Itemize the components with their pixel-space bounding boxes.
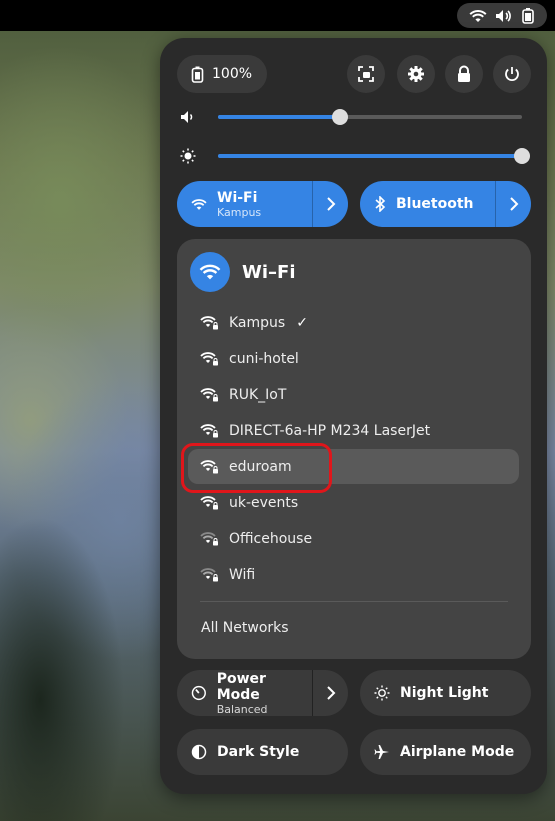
wifi-network-item[interactable]: cuni-hotel (188, 341, 519, 376)
volume-slider-row (177, 105, 530, 129)
battery-button[interactable]: 100% (177, 55, 267, 93)
power-mode-arrow-button[interactable] (312, 670, 348, 716)
wifi-network-name: Wifi (229, 566, 256, 583)
wifi-menu-header: Wi–Fi (190, 252, 296, 292)
lock-button[interactable] (445, 55, 483, 93)
volume-icon (496, 9, 511, 22)
volume-slider-fill (218, 115, 340, 119)
screenshot-button[interactable] (347, 55, 385, 93)
night-light-toggle-main[interactable]: Night Light (360, 670, 531, 716)
brightness-icon (177, 145, 199, 167)
wifi-toggle-title: Wi-Fi (217, 189, 258, 206)
chevron-right-icon (326, 686, 335, 700)
system-status-area[interactable] (457, 3, 547, 28)
battery-percentage: 100% (212, 66, 253, 82)
wifi-network-name: uk-events (229, 494, 299, 511)
brightness-slider-handle[interactable] (514, 148, 530, 164)
wifi-network-name: Officehouse (229, 530, 313, 547)
wifi-secure-icon (200, 351, 220, 367)
wifi-network-item[interactable]: Wifi (188, 557, 519, 592)
wifi-network-item[interactable]: Officehouse (188, 521, 519, 556)
volume-slider[interactable] (218, 109, 522, 125)
dark-style-icon (191, 744, 207, 760)
wifi-secure-icon (200, 495, 220, 511)
wifi-network-name: RUK_IoT (229, 386, 287, 403)
wifi-toggle-main[interactable]: Wi-Fi Kampus (177, 181, 312, 227)
night-light-icon (374, 685, 390, 701)
settings-button[interactable] (397, 55, 435, 93)
brightness-slider-fill (218, 154, 522, 158)
brightness-slider[interactable] (218, 148, 530, 164)
chevron-right-icon (326, 197, 335, 211)
annotation-highlight-box (181, 443, 332, 493)
power-mode-toggle-main[interactable]: Power Mode Balanced (177, 670, 312, 716)
night-light-toggle[interactable]: Night Light (360, 670, 531, 716)
wifi-menu-icon-bubble (190, 252, 230, 292)
wifi-toggle-subtitle: Kampus (217, 205, 262, 219)
wifi-network-item[interactable]: RUK_IoT (188, 377, 519, 412)
wifi-icon (199, 264, 221, 280)
battery-icon (522, 7, 534, 24)
bluetooth-toggle[interactable]: Bluetooth (360, 181, 531, 227)
wifi-menu-arrow-button[interactable] (312, 181, 348, 227)
airplane-icon (374, 745, 389, 759)
power-mode-icon (191, 685, 206, 701)
wifi-secure-icon (200, 567, 220, 583)
volume-icon (177, 106, 199, 128)
airplane-mode-toggle[interactable]: Airplane Mode (360, 729, 531, 775)
wifi-secure-icon (200, 423, 220, 439)
power-mode-toggle-subtitle: Balanced (216, 702, 268, 716)
dark-style-toggle-title: Dark Style (217, 744, 300, 760)
wifi-network-name: DIRECT-6a-HP M234 LaserJet (229, 422, 431, 439)
power-mode-toggle-title: Power Mode (216, 670, 266, 703)
wifi-network-name: cuni-hotel (229, 350, 299, 367)
wifi-toggle[interactable]: Wi-Fi Kampus (177, 181, 348, 227)
bluetooth-icon (375, 196, 386, 212)
checkmark-icon: ✓ (296, 314, 308, 331)
wifi-secure-icon (200, 531, 220, 547)
quick-settings-panel: 100% Wi-Fi Kampus Bluetooth Wi–Fi Kampus… (160, 38, 547, 794)
settings-icon (408, 66, 424, 82)
lock-icon (458, 65, 470, 82)
wifi-secure-icon (200, 387, 220, 403)
wifi-secure-icon (200, 315, 220, 331)
dark-style-toggle-main[interactable]: Dark Style (177, 729, 348, 775)
chevron-right-icon (509, 197, 518, 211)
wifi-menu-title: Wi–Fi (242, 261, 296, 283)
power-button[interactable] (493, 55, 531, 93)
brightness-slider-row (177, 144, 530, 168)
wifi-network-item[interactable]: Kampus ✓ (188, 305, 519, 340)
all-networks-link[interactable]: All Networks (201, 620, 289, 636)
screenshot-icon (358, 66, 374, 82)
battery-full-icon (191, 66, 204, 83)
dark-style-toggle[interactable]: Dark Style (177, 729, 348, 775)
divider (200, 601, 508, 602)
top-bar (0, 0, 555, 31)
wifi-icon (191, 198, 207, 210)
bluetooth-toggle-title: Bluetooth (396, 196, 474, 212)
wifi-network-name: Kampus (229, 314, 286, 331)
wifi-icon (469, 9, 487, 22)
power-icon (505, 67, 519, 81)
night-light-toggle-title: Night Light (400, 685, 489, 701)
volume-slider-handle[interactable] (332, 109, 348, 125)
airplane-mode-toggle-title: Airplane Mode (400, 744, 515, 760)
airplane-mode-toggle-main[interactable]: Airplane Mode (360, 729, 531, 775)
bluetooth-toggle-main[interactable]: Bluetooth (360, 181, 495, 227)
power-mode-toggle[interactable]: Power Mode Balanced (177, 670, 348, 716)
bluetooth-menu-arrow-button[interactable] (495, 181, 531, 227)
